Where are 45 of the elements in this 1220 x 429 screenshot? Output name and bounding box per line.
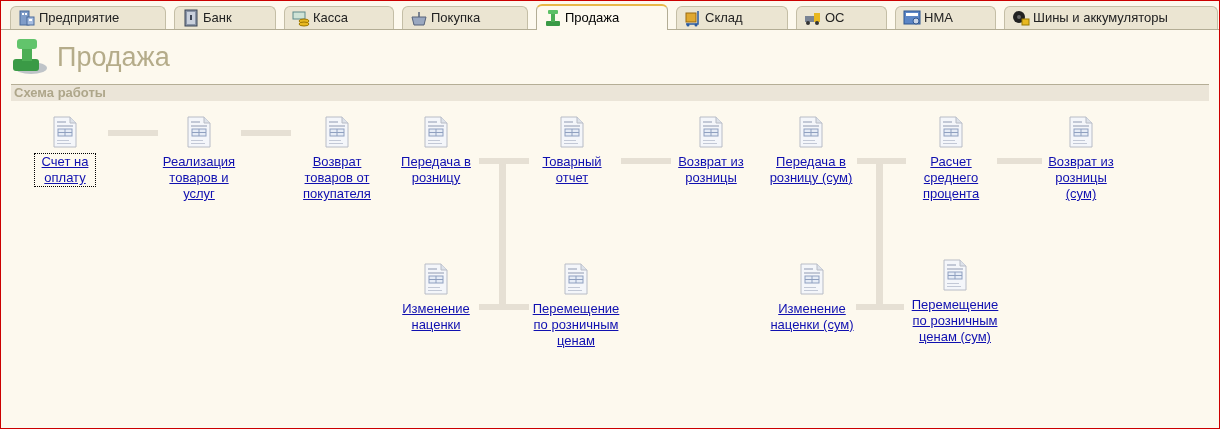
document-icon [560,116,584,148]
tab[interactable]: Касса [284,6,394,29]
document-link[interactable]: Перемещение по розничным ценам (сум) [905,297,1005,345]
tab[interactable]: Продажа [536,4,668,30]
document-link[interactable]: Передача в розницу (сум) [769,154,853,186]
tab[interactable]: Склад [676,6,788,29]
document-icon [943,259,967,291]
certificate-icon [903,9,921,27]
document-icon [699,116,723,148]
safe-icon [182,9,200,27]
document-link[interactable]: Реализация товаров и услуг [154,154,244,202]
scale-icon [544,9,562,27]
tab[interactable]: ОС [796,6,887,29]
document-icon [424,116,448,148]
page-title: Продажа [57,40,170,74]
document-icon [424,263,448,295]
document-link[interactable]: Изменение наценки [394,301,478,333]
building-icon [18,9,36,27]
hand-truck-icon [684,9,702,27]
document-icon [1069,116,1093,148]
tab[interactable]: НМА [895,6,996,29]
tab[interactable]: Банк [174,6,276,29]
document-link[interactable]: Расчет среднего процента [913,154,989,202]
document-link[interactable]: Перемещение по розничным ценам [526,301,626,349]
tab[interactable]: Покупка [402,6,528,29]
basket-icon [410,9,428,27]
document-link[interactable]: Возврат из розницы [669,154,753,186]
document-link[interactable]: Возврат товаров от покупателя [295,154,379,202]
document-link[interactable]: Возврат из розницы (сум) [1039,154,1123,202]
coins-icon [292,9,310,27]
document-icon [800,263,824,295]
tab[interactable]: Предприятие [10,6,166,29]
document-icon [53,116,77,148]
document-icon [187,116,211,148]
document-link[interactable]: Товарный отчет [532,154,612,186]
document-icon [799,116,823,148]
document-link[interactable]: Счет на оплату [35,154,95,186]
document-link[interactable]: Передача в розницу [394,154,478,186]
document-icon [325,116,349,148]
document-link[interactable]: Изменение наценки (сум) [770,301,854,333]
tab[interactable]: Шины и аккумуляторы [1004,6,1218,29]
section-title: Схема работы [14,84,106,103]
document-icon [939,116,963,148]
document-icon [564,263,588,295]
tire-icon [1012,9,1030,27]
